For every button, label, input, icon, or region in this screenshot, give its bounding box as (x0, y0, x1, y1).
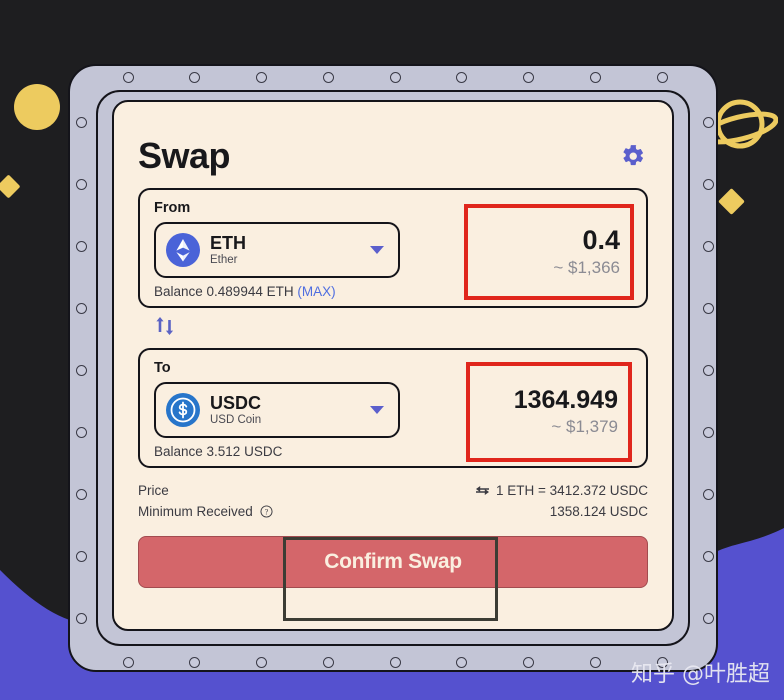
frame-rivet-right (703, 116, 714, 128)
gear-icon (623, 145, 643, 166)
frame-rivet-right (703, 364, 714, 376)
minimum-received-label: Minimum Received (138, 504, 253, 519)
frame-rivet-top (589, 72, 601, 83)
page-title: Swap (138, 135, 231, 176)
frame-rivet-top (389, 72, 401, 83)
swap-vertical-arrows-icon[interactable] (152, 313, 178, 339)
yellow-circle-decoration (14, 84, 60, 130)
minimum-received-row: Minimum Received ? 1358.124 USDC (138, 501, 648, 522)
minimum-received-label-wrap: Minimum Received ? (138, 504, 273, 519)
frame-rivet-left (76, 426, 87, 438)
from-token-select[interactable]: ETH Ether (154, 222, 400, 278)
frame-rivet-bottom (589, 657, 601, 668)
from-token-name: Ether (210, 254, 238, 267)
frame-rivet-right (703, 240, 714, 252)
to-token-select[interactable]: USDC USD Coin (154, 382, 400, 438)
price-label: Price (138, 483, 169, 498)
ethereum-icon (166, 233, 200, 267)
frame-rivet-bottom (322, 657, 334, 668)
question-circle-icon[interactable]: ? (260, 505, 273, 518)
to-token-text: USDC USD Coin (210, 392, 360, 427)
price-value: 1 ETH = 3412.372 USDC (496, 483, 648, 498)
frame-rivet-right (703, 178, 714, 190)
frame-rivet-left (76, 302, 87, 314)
to-amount-value[interactable]: 1364.949 (514, 387, 618, 414)
from-panel: From ETH Ether Balance 0.489944 ETH (MAX… (138, 188, 648, 308)
from-token-symbol: ETH (210, 232, 246, 253)
frame-rivet-bottom (456, 657, 468, 668)
from-amount-highlight[interactable]: 0.4 ~ $1,366 (464, 204, 634, 300)
to-token-name: USD Coin (210, 414, 262, 427)
frame-rivet-right (703, 550, 714, 562)
frame-rivet-left (76, 488, 87, 500)
frame-rivet-bottom (189, 657, 201, 668)
frame-rivet-left (76, 550, 87, 562)
frame-rivet-right (703, 488, 714, 500)
chevron-down-icon (370, 406, 384, 414)
svg-text:?: ? (265, 508, 269, 517)
frame-rivet-left (76, 116, 87, 128)
watermark: 知乎 @叶胜超 (631, 662, 770, 687)
frame-rivet-right (703, 426, 714, 438)
to-amount-usd: ~ $1,379 (551, 416, 618, 436)
max-button[interactable]: (MAX) (297, 284, 335, 299)
card-header: Swap (138, 128, 648, 184)
frame-rivet-top (322, 72, 334, 83)
frame-rivet-bottom (256, 657, 267, 668)
frame-rivet-bottom (122, 657, 134, 668)
frame-rivet-top (122, 72, 134, 83)
usdc-icon (166, 393, 200, 427)
frame-rivet-top (256, 72, 267, 83)
frame-rivet-bottom (523, 657, 534, 668)
swap-details: Price 1 ETH = 3412.372 USDC Minimum Rece… (138, 480, 648, 522)
settings-button[interactable] (618, 141, 648, 171)
from-amount-usd: ~ $1,366 (553, 257, 620, 277)
frame-rivet-bottom (389, 657, 401, 668)
frame-rivet-top (189, 72, 201, 83)
price-value-wrap: 1 ETH = 3412.372 USDC (476, 483, 648, 498)
swap-direction-row (138, 308, 648, 344)
to-panel: To USDC USD Coin Balance 3.512 USDC 1364… (138, 348, 648, 468)
confirm-swap-button[interactable]: Confirm Swap (138, 536, 648, 588)
frame-rivet-right (703, 302, 714, 314)
price-row: Price 1 ETH = 3412.372 USDC (138, 480, 648, 501)
to-token-symbol: USDC (210, 392, 262, 413)
from-token-text: ETH Ether (210, 232, 360, 267)
frame-rivet-right (703, 612, 714, 624)
to-amount-highlight[interactable]: 1364.949 ~ $1,379 (466, 362, 632, 462)
chevron-down-icon (370, 246, 384, 254)
frame-rivet-top (656, 72, 668, 83)
frame-rivet-top (456, 72, 468, 83)
swap-card: Swap From ETH Ether Balance 0.489944 ETH… (112, 100, 674, 631)
frame-rivet-left (76, 178, 87, 190)
frame-rivet-top (523, 72, 534, 83)
from-amount-value[interactable]: 0.4 (582, 226, 620, 255)
swap-horizontal-icon[interactable] (476, 485, 490, 497)
from-balance-text: Balance 0.489944 ETH (154, 284, 294, 299)
frame-rivet-left (76, 612, 87, 624)
to-balance-text: Balance 3.512 USDC (154, 444, 283, 459)
frame-rivet-left (76, 240, 87, 252)
frame-rivet-left (76, 364, 87, 376)
minimum-received-value: 1358.124 USDC (549, 504, 648, 519)
